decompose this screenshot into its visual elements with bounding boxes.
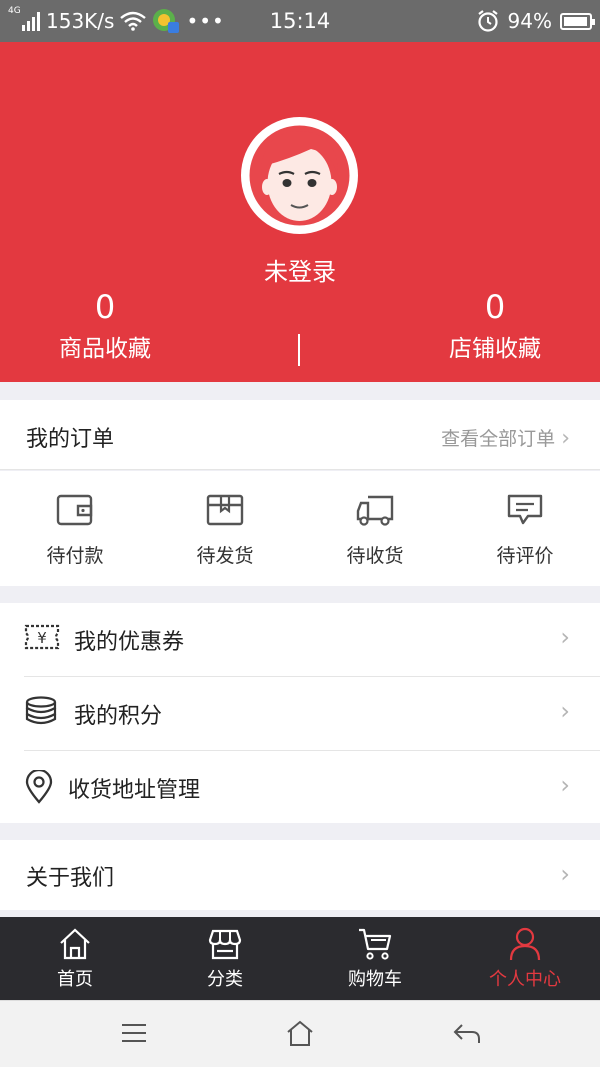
box-icon bbox=[206, 494, 244, 526]
chevron-right-icon: › bbox=[560, 771, 570, 799]
menu-item-coupons[interactable]: ¥ 我的优惠券 › bbox=[0, 603, 600, 676]
tab-home[interactable]: 首页 bbox=[0, 917, 150, 1000]
menu-item-address[interactable]: 收货地址管理 › bbox=[0, 751, 600, 824]
system-nav-bar bbox=[0, 1000, 600, 1067]
bottom-tab-bar: 首页 分类 购物车 个人中心 bbox=[0, 917, 600, 1000]
tab-cart-label: 购物车 bbox=[348, 969, 402, 990]
tab-cart[interactable]: 购物车 bbox=[300, 917, 450, 1000]
order-pending-review-label: 待评价 bbox=[496, 545, 554, 567]
shop-favorites[interactable]: 0 店铺收藏 bbox=[395, 287, 595, 363]
location-pin-icon bbox=[25, 770, 53, 804]
orders-header[interactable]: 我的订单 查看全部订单 › bbox=[0, 400, 600, 470]
order-pending-shipment[interactable]: 待发货 bbox=[150, 471, 300, 586]
menu-item-points[interactable]: 我的积分 › bbox=[0, 677, 600, 750]
tab-category[interactable]: 分类 bbox=[150, 917, 300, 1000]
order-pending-review[interactable]: 待评价 bbox=[450, 471, 600, 586]
avatar[interactable] bbox=[241, 117, 358, 234]
person-icon bbox=[509, 927, 541, 961]
menu-item-points-label: 我的积分 bbox=[74, 704, 163, 729]
alarm-icon bbox=[477, 10, 498, 32]
menu-item-about-label: 关于我们 bbox=[26, 866, 115, 891]
tab-profile-label: 个人中心 bbox=[489, 969, 561, 990]
home-nav-icon[interactable] bbox=[286, 1019, 314, 1047]
order-pending-shipment-label: 待发货 bbox=[196, 545, 254, 567]
wallet-icon bbox=[56, 494, 93, 526]
tab-profile[interactable]: 个人中心 bbox=[450, 917, 600, 1000]
product-favorites[interactable]: 0 商品收藏 bbox=[5, 287, 205, 363]
comment-icon bbox=[507, 494, 543, 525]
stats-divider bbox=[298, 334, 300, 366]
product-favorites-count: 0 bbox=[94, 288, 116, 326]
order-status-row: 待付款 待发货 待收货 待评价 bbox=[0, 471, 600, 586]
menu-item-about[interactable]: 关于我们 › bbox=[0, 840, 600, 910]
coupon-icon: ¥ bbox=[24, 624, 60, 650]
profile-header: 未登录 0 商品收藏 0 店铺收藏 bbox=[0, 42, 600, 382]
cart-icon bbox=[359, 928, 392, 960]
svg-text:¥: ¥ bbox=[37, 629, 47, 647]
menu-list: ¥ 我的优惠券 › 我的积分 › 收货地址管理 › bbox=[0, 603, 600, 823]
orders-title: 我的订单 bbox=[26, 427, 115, 452]
battery-icon bbox=[560, 12, 595, 30]
tab-home-label: 首页 bbox=[57, 969, 93, 990]
shop-favorites-count: 0 bbox=[484, 288, 506, 326]
product-favorites-label: 商品收藏 bbox=[59, 336, 151, 362]
default-avatar-icon bbox=[249, 125, 350, 226]
chevron-right-icon: › bbox=[560, 697, 570, 725]
chevron-right-icon: › bbox=[560, 623, 570, 651]
view-all-orders-link[interactable]: 查看全部订单 › bbox=[441, 424, 570, 451]
battery-percent: 94% bbox=[507, 9, 552, 33]
order-pending-receipt[interactable]: 待收货 bbox=[300, 471, 450, 586]
login-status[interactable]: 未登录 bbox=[0, 252, 600, 287]
shop-favorites-label: 店铺收藏 bbox=[449, 336, 541, 362]
truck-icon bbox=[356, 495, 394, 526]
store-icon bbox=[208, 929, 242, 960]
back-icon[interactable] bbox=[452, 1019, 482, 1047]
order-pending-payment-label: 待付款 bbox=[46, 545, 104, 567]
order-pending-receipt-label: 待收货 bbox=[346, 545, 404, 567]
coins-icon bbox=[25, 696, 57, 725]
menu-item-coupons-label: 我的优惠券 bbox=[74, 630, 185, 655]
tab-category-label: 分类 bbox=[207, 969, 243, 990]
chevron-right-icon: › bbox=[560, 860, 570, 888]
home-icon bbox=[60, 928, 90, 960]
chevron-right-icon: › bbox=[561, 426, 570, 451]
order-pending-payment[interactable]: 待付款 bbox=[0, 471, 150, 586]
view-all-orders-label: 查看全部订单 bbox=[441, 428, 556, 450]
status-bar: 4G 153K/s ••• 15:14 94% bbox=[0, 0, 600, 42]
menu-item-address-label: 收货地址管理 bbox=[68, 778, 201, 803]
menu-icon[interactable] bbox=[120, 1019, 148, 1047]
